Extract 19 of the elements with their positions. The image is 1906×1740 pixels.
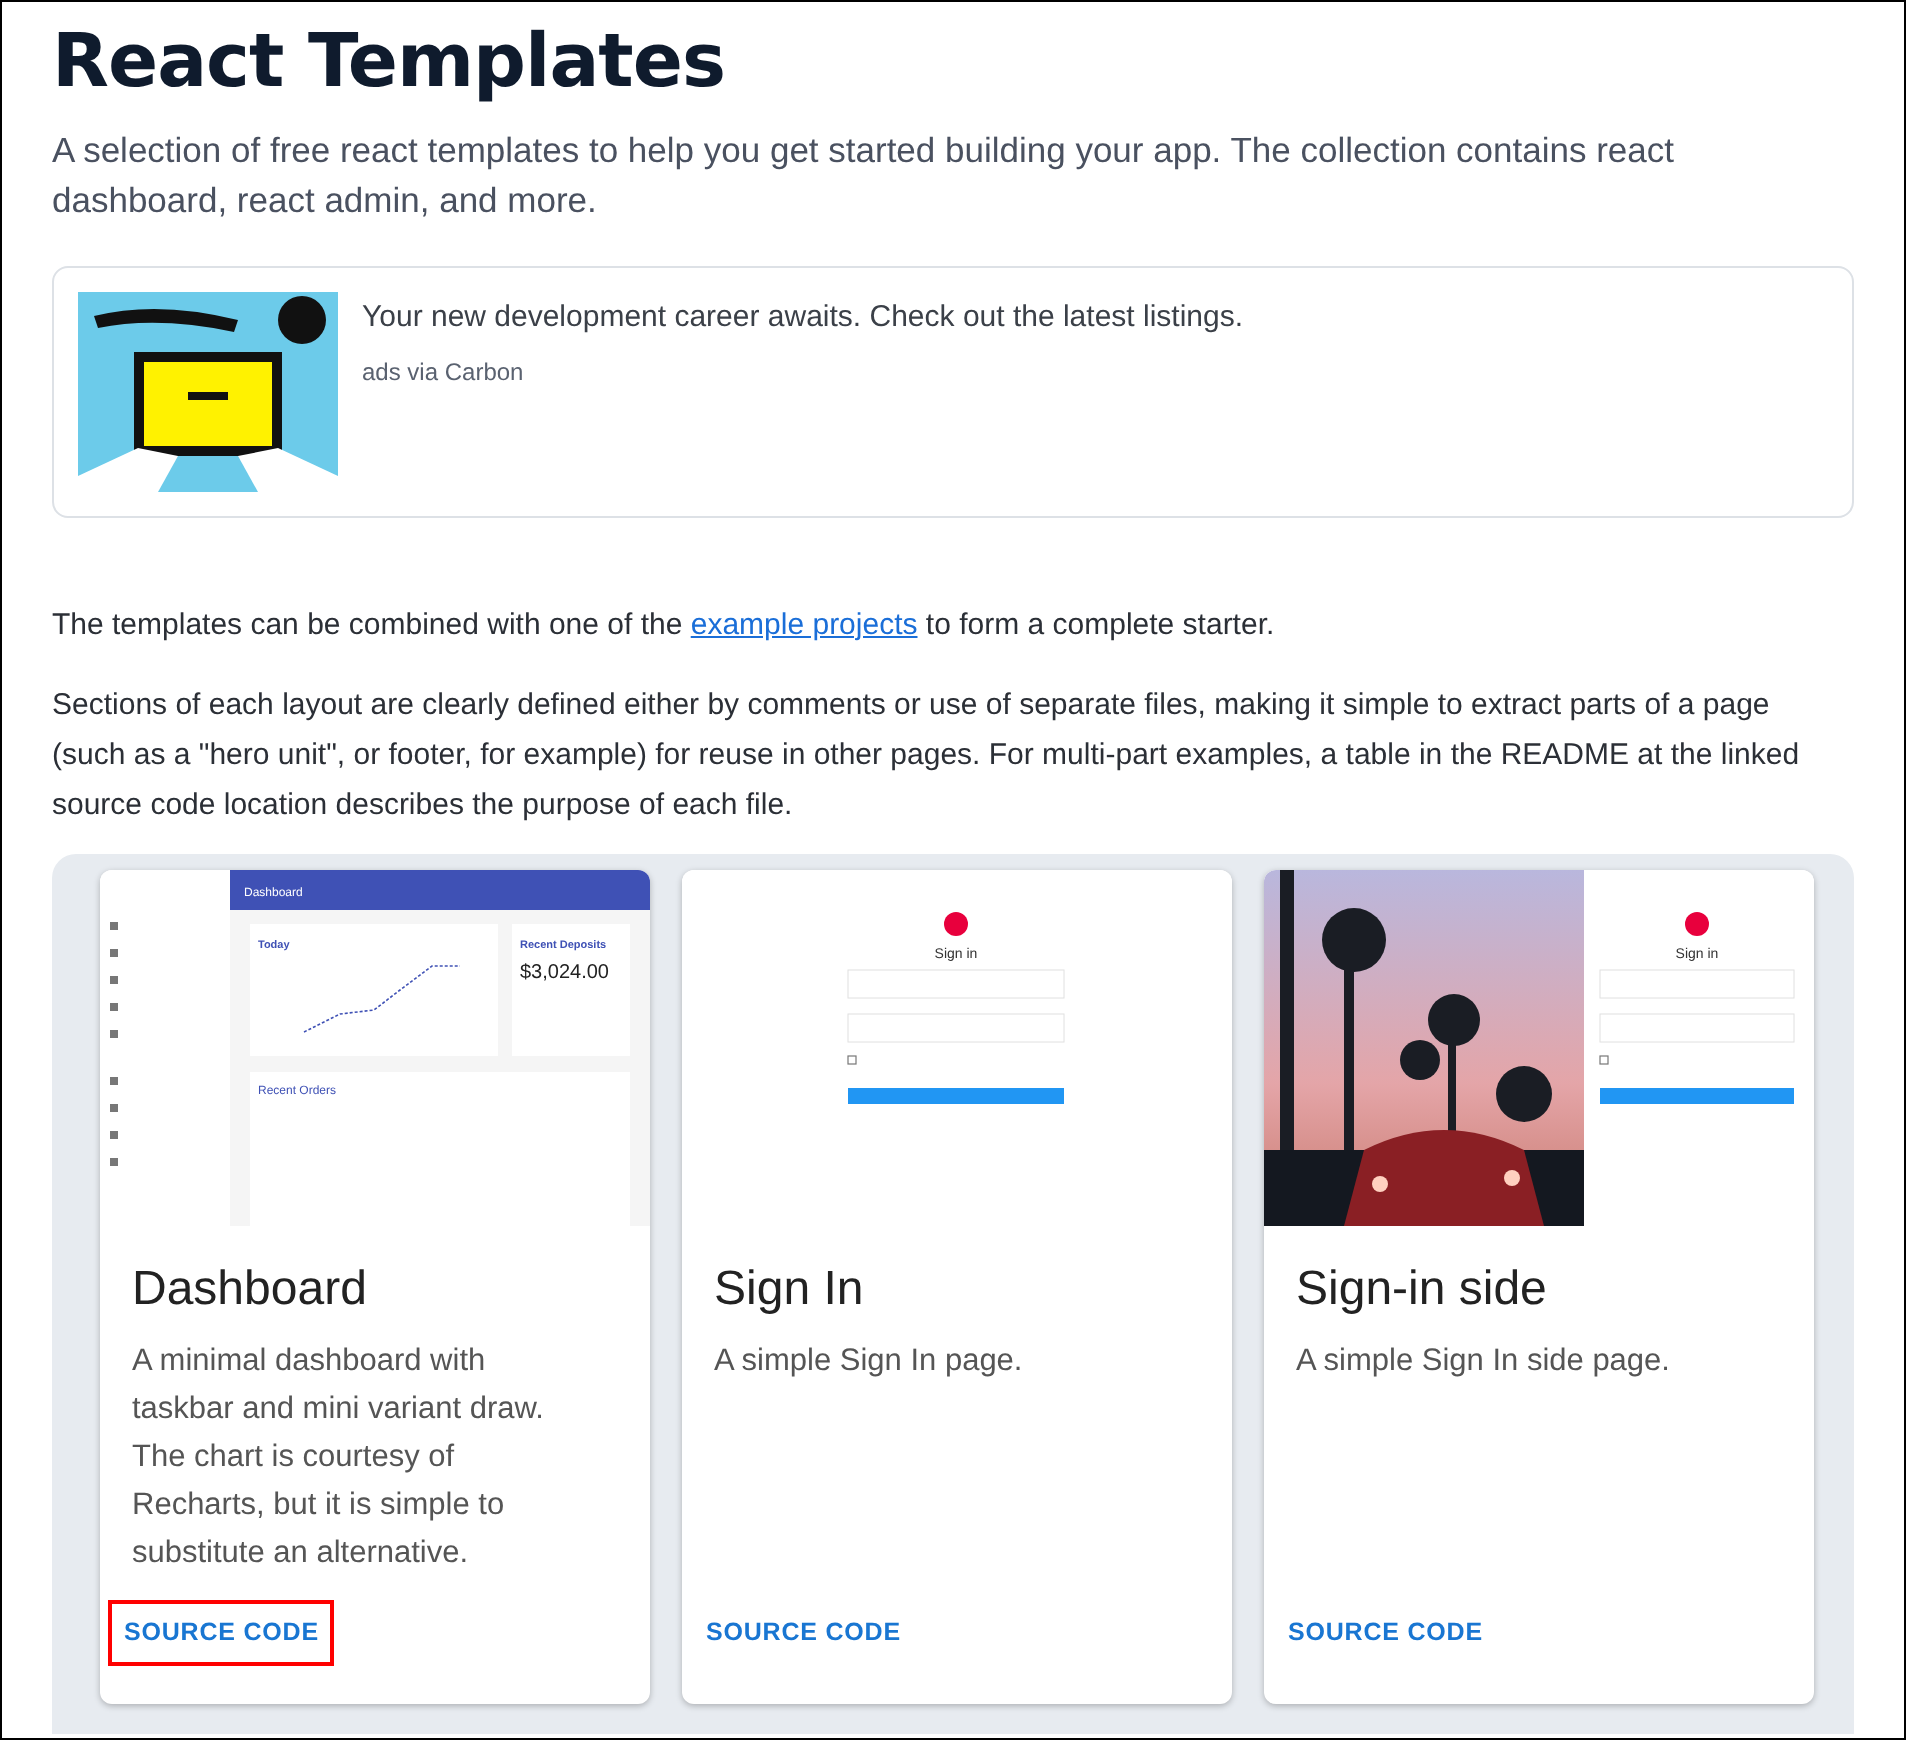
ad-text[interactable]: Your new development career awaits. Check out the latest listings.	[362, 296, 1244, 341]
card-description: A simple Sign In page.	[714, 1342, 1025, 1382]
avatar-icon	[944, 912, 968, 936]
avatar-icon	[1685, 912, 1709, 936]
example-projects-link[interactable]: example projects	[690, 608, 918, 642]
intro-paragraph: The templates can be combined with one of the example projects to form a complete starter.	[52, 606, 1277, 646]
page-subtitle: A selection of free react templates to help you get started building your app. The collection contains react dashboard, react admin, and more.	[52, 128, 1676, 224]
description-paragraph: Sections of each layout are clearly defined either by comments or use of separate files, making it simple to extract parts of a page (such as a "hero unit", or footer, for example) for reuse in other pages. For multi-part examples, a table in the README at the linked source code location describes the purpose of each file.	[52, 686, 1802, 826]
source-code-button[interactable]: SOURCE CODE	[694, 1604, 913, 1662]
source-code-button[interactable]: SOURCE CODE	[1276, 1604, 1495, 1662]
card-title: Dashboard	[132, 1260, 369, 1320]
card-description: A minimal dashboard with taskbar and mini variant draw. The chart is courtesy of Recharts, but it is simple to substitute an alternative.	[132, 1342, 546, 1574]
card-description: A simple Sign In side page.	[1296, 1342, 1672, 1382]
card-title: Sign-in side	[1296, 1260, 1549, 1320]
card-title: Sign In	[714, 1260, 866, 1320]
source-code-button[interactable]: SOURCE CODE	[112, 1604, 331, 1662]
deposit-amount: $3,024.00	[520, 962, 609, 984]
ad-attribution[interactable]: ads via Carbon	[362, 353, 1244, 389]
page-title: React Templates	[52, 16, 727, 108]
